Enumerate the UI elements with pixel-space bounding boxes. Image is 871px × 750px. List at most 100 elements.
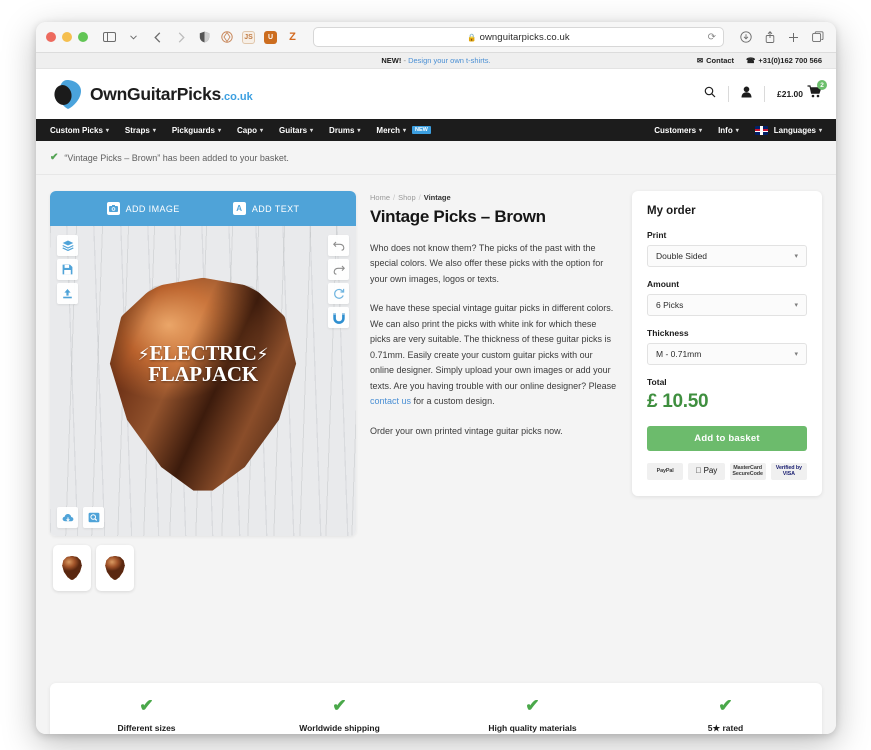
ublock-extension-icon[interactable]: U (263, 30, 278, 45)
nav-item-pickguards[interactable]: Pickguards ▾ (172, 126, 221, 135)
magnet-snap-icon[interactable] (328, 307, 349, 328)
save-icon[interactable] (57, 259, 78, 280)
promo-link[interactable]: Design your own t-shirts. (408, 56, 491, 65)
nav-label: Drums (329, 125, 355, 135)
add-to-basket-button[interactable]: Add to basket (647, 426, 807, 451)
product-thumbnails (50, 536, 356, 591)
account-icon[interactable] (741, 85, 752, 103)
nav-item-customers[interactable]: Customers ▾ (654, 126, 702, 135)
nav-item-custom-picks[interactable]: Custom Picks ▾ (50, 126, 109, 135)
zoom-preview-icon[interactable] (83, 507, 104, 528)
javascript-extension-icon[interactable]: JS (241, 30, 256, 45)
breadcrumb-shop[interactable]: Shop (398, 193, 416, 202)
thumbnail-2[interactable] (96, 545, 134, 591)
cart-button[interactable]: £21.00 2 (777, 80, 827, 103)
check-icon: ✔ (50, 152, 59, 163)
cloud-download-icon[interactable] (57, 507, 78, 528)
check-icon: ✔ (525, 696, 540, 715)
product-paragraph-2: We have these special vintage guitar pic… (370, 301, 618, 409)
nav-label: Custom Picks (50, 125, 103, 135)
shield-icon[interactable] (197, 30, 212, 45)
undo-icon[interactable] (328, 235, 349, 256)
basket-notice: ✔ “Vintage Picks – Brown” has been added… (36, 141, 836, 175)
amount-select[interactable]: 6 Picks ▾ (647, 294, 807, 316)
divider (728, 86, 729, 102)
envelope-icon: ✉ (696, 56, 704, 65)
phone-link[interactable]: ☎ +31(0)162 700 566 (746, 56, 822, 65)
phone-number: +31(0)162 700 566 (758, 56, 822, 65)
search-icon[interactable] (704, 85, 716, 103)
thumbnail-1[interactable] (53, 545, 91, 591)
maximize-window-button[interactable] (78, 32, 88, 42)
contact-us-link[interactable]: contact us (370, 396, 411, 406)
nav-label: Customers (654, 125, 697, 135)
zotero-extension-icon[interactable]: Z (285, 30, 300, 45)
sidebar-toggle-icon[interactable] (101, 29, 118, 46)
phone-icon: ☎ (746, 56, 756, 65)
lightning-bolt-icon: ⚡ (256, 345, 269, 366)
reset-rotate-icon[interactable] (328, 283, 349, 304)
nav-item-merch[interactable]: Merch ▾ NEW (376, 126, 431, 135)
add-text-button[interactable]: A ADD TEXT (232, 202, 300, 215)
text-a-icon: A (232, 202, 246, 215)
redo-icon[interactable] (328, 259, 349, 280)
print-label: Print (647, 230, 667, 240)
total-label: Total (647, 377, 667, 387)
layers-icon[interactable] (57, 235, 78, 256)
downloads-icon[interactable] (737, 29, 754, 46)
benefit-item-1: ✔ Different sizes (50, 683, 243, 734)
nav-item-languages[interactable]: Languages ▾ (754, 125, 822, 135)
chevron-down-icon: ▾ (818, 127, 822, 134)
close-window-button[interactable] (46, 32, 56, 42)
address-bar[interactable]: 🔒 ownguitarpicks.co.uk ⟳ (313, 27, 724, 47)
nav-label: Info (718, 125, 733, 135)
back-button[interactable] (149, 29, 166, 46)
benefit-label: High quality materials (488, 723, 577, 733)
thickness-select[interactable]: M - 0.71mm ▾ (647, 343, 807, 365)
order-panel-title: My order (647, 205, 696, 217)
new-tab-icon[interactable] (785, 29, 802, 46)
product-paragraph-3: Order your own printed vintage guitar pi… (370, 425, 563, 436)
nav-item-capo[interactable]: Capo ▾ (237, 126, 263, 135)
chevron-down-icon: ▾ (310, 127, 314, 134)
check-icon: ✔ (332, 696, 347, 715)
site-logo[interactable]: OwnGuitarPicks.co.uk (50, 78, 253, 111)
amount-value: 6 Picks (656, 300, 684, 310)
nav-item-drums[interactable]: Drums ▾ (329, 126, 360, 135)
upload-icon[interactable] (57, 283, 78, 304)
ghostery-extension-icon[interactable] (219, 30, 234, 45)
notice-text: “Vintage Picks – Brown” has been added t… (64, 152, 289, 163)
nav-label: Capo (237, 125, 257, 135)
utility-bar: NEW! - Design your own t-shirts. ✉ Conta… (36, 53, 836, 69)
sidebar-dropdown-icon[interactable] (125, 29, 142, 46)
promo-prefix: NEW! (381, 56, 402, 65)
benefit-item-2: ✔ Worldwide shipping (243, 683, 436, 734)
forward-button[interactable] (173, 29, 190, 46)
add-image-button[interactable]: ADD IMAGE (106, 202, 180, 215)
check-icon: ✔ (139, 696, 154, 715)
pick-design-text[interactable]: ⚡ELECTRIC⚡ FLAPJACK (110, 343, 296, 385)
print-select[interactable]: Double Sided ▾ (647, 245, 807, 267)
design-canvas[interactable]: ⚡ELECTRIC⚡ FLAPJACK (50, 226, 356, 536)
share-icon[interactable] (761, 29, 778, 46)
verified-by-visa-logo: Verified by VISA (770, 463, 807, 480)
main-layout: ADD IMAGE A ADD TEXT ⚡ELECTRIC⚡ FLAPJACK… (36, 175, 836, 591)
breadcrumb-home[interactable]: Home (370, 193, 390, 202)
guitar-pick-logo-icon (50, 78, 83, 111)
nav-item-straps[interactable]: Straps ▾ (125, 126, 156, 135)
add-image-label: ADD IMAGE (125, 203, 180, 214)
order-panel: My order Print Double Sided ▾ Amount 6 P… (632, 191, 822, 496)
total-value: £ 10.50 (647, 391, 709, 412)
camera-icon (106, 202, 120, 215)
tab-overview-icon[interactable] (809, 29, 826, 46)
minimize-window-button[interactable] (62, 32, 72, 42)
add-text-label: ADD TEXT (251, 203, 300, 214)
uk-flag-icon (754, 125, 768, 135)
nav-item-guitars[interactable]: Guitars ▾ (279, 126, 313, 135)
chevron-down-icon: ▾ (217, 127, 221, 134)
nav-item-info[interactable]: Info ▾ (718, 126, 739, 135)
contact-link[interactable]: ✉ Contact (697, 56, 734, 65)
window-controls[interactable] (46, 32, 88, 42)
chevron-down-icon: ▾ (794, 253, 798, 260)
reload-icon[interactable]: ⟳ (708, 32, 716, 43)
